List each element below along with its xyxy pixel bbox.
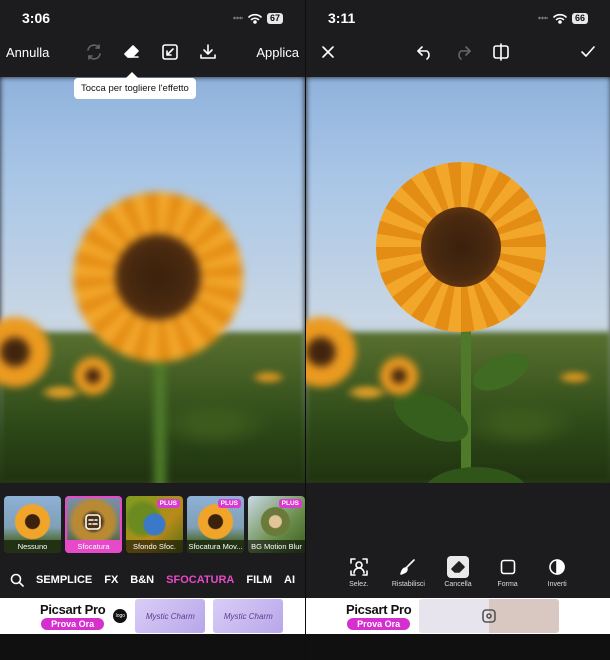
background-sunflower [306, 317, 356, 387]
signal-icon [537, 16, 548, 20]
effect-thumb[interactable]: PLUS Sfocatura Mov... [187, 496, 244, 553]
status-bar: 3:11 66 [306, 0, 610, 36]
effect-thumb[interactable]: Nessuno [4, 496, 61, 553]
plus-badge: PLUS [278, 499, 302, 508]
ad-banner[interactable]: Picsart Pro Prova Ora logo Mystic Charm … [0, 598, 305, 634]
tab-semplice[interactable]: SEMPLICE [36, 574, 92, 586]
invert-icon [548, 558, 566, 576]
left-screen: 3:06 67 Annulla Applica Tocca per toglie… [0, 0, 305, 660]
category-tabs: SEMPLICE FX B&N SFOCATURA FILM AI [0, 566, 305, 594]
refresh-icon[interactable] [85, 43, 103, 61]
battery-indicator: 66 [571, 12, 588, 24]
sunflower-sharp [361, 147, 561, 483]
signal-icon [232, 16, 243, 20]
blurred-photo [0, 77, 305, 483]
effect-thumb-selected[interactable]: Sfocatura [65, 496, 122, 553]
effect-label: Sfondo Sfoc. [126, 540, 183, 553]
ad-brand-name: Picsart Pro [346, 602, 412, 617]
battery-indicator: 67 [266, 12, 283, 24]
adjust-icon [85, 514, 101, 530]
plus-badge: PLUS [156, 499, 180, 508]
background-sunflower [380, 357, 418, 395]
search-icon[interactable] [10, 573, 24, 587]
brush-icon [399, 558, 417, 576]
tab-bn[interactable]: B&N [130, 574, 154, 586]
background-sunflower [74, 357, 112, 395]
shape-icon [500, 559, 516, 575]
ad-image: Mystic Charm [213, 599, 284, 633]
effect-thumb[interactable]: PLUS Sfondo Sfoc. [126, 496, 183, 553]
tool-label: Cancella [444, 581, 472, 588]
ad-brand: Picsart Pro Prova Ora [40, 602, 106, 630]
status-bar: 3:06 67 [0, 0, 305, 36]
tool-label: Forma [497, 581, 518, 588]
tool-shape[interactable]: Forma [486, 556, 530, 598]
effect-label: Sfocatura Mov... [187, 540, 244, 553]
bottom-bar [0, 634, 305, 660]
tooltip: Tocca per togliere l'effetto [74, 72, 196, 99]
image-icon [481, 608, 497, 624]
ad-image [419, 599, 560, 633]
tool-label: Ristabilisci [391, 581, 425, 588]
status-time: 3:11 [328, 10, 356, 26]
effect-thumb[interactable]: PLUS BG Motion Blur [248, 496, 305, 553]
top-toolbar: Annulla Applica [0, 36, 305, 68]
tab-fx[interactable]: FX [104, 574, 118, 586]
select-person-icon [349, 558, 368, 576]
effect-label: Sfocatura [65, 540, 122, 553]
tab-sfocatura[interactable]: SFOCATURA [166, 574, 234, 586]
ad-banner[interactable]: Picsart Pro Prova Ora [306, 598, 610, 634]
close-icon[interactable] [320, 44, 336, 60]
compare-icon[interactable] [161, 43, 179, 61]
eraser-icon [450, 559, 466, 575]
ad-brand-name: Picsart Pro [40, 602, 106, 617]
tab-ai[interactable]: AI [284, 574, 295, 586]
tool-invert[interactable]: Inverti [535, 556, 579, 598]
sunflower-blurred [58, 177, 258, 483]
effect-label: BG Motion Blur [248, 540, 305, 553]
ad-cta-button[interactable]: Prova Ora [347, 618, 411, 630]
redo-icon[interactable] [454, 44, 472, 60]
cancel-button[interactable]: Annulla [6, 45, 49, 60]
undo-icon[interactable] [416, 44, 434, 60]
status-time: 3:06 [22, 10, 51, 26]
tool-label: Selez. [349, 581, 369, 588]
download-icon[interactable] [199, 43, 217, 61]
bottom-bar [306, 634, 610, 660]
ad-cta-button[interactable]: Prova Ora [41, 618, 105, 630]
ad-brand: Picsart Pro Prova Ora [346, 602, 412, 630]
right-screen: 3:11 66 Selez. Ristabilisci Cancella For… [305, 0, 610, 660]
mask-tools: Selez. Ristabilisci Cancella Forma Inver… [306, 556, 610, 598]
tab-film[interactable]: FILM [246, 574, 272, 586]
check-icon[interactable] [580, 44, 596, 60]
wifi-icon [553, 13, 567, 24]
tool-select[interactable]: Selez. [337, 556, 381, 598]
tool-restore[interactable]: Ristabilisci [386, 556, 430, 598]
wifi-icon [248, 13, 262, 24]
background-sunflower [0, 317, 50, 387]
apply-button[interactable]: Applica [256, 45, 299, 60]
compare-icon[interactable] [492, 43, 510, 61]
ad-image: Mystic Charm [135, 599, 206, 633]
top-toolbar [306, 36, 610, 68]
plus-badge: PLUS [217, 499, 241, 508]
tool-label: Inverti [547, 581, 567, 588]
ad-logo-badge: logo [113, 609, 128, 623]
edited-photo [306, 77, 610, 483]
effect-label: Nessuno [4, 540, 61, 553]
tool-erase[interactable]: Cancella [436, 556, 480, 598]
eraser-icon[interactable] [123, 43, 141, 61]
effect-strip: Nessuno Sfocatura PLUS Sfondo Sfoc. PLUS… [4, 496, 305, 554]
